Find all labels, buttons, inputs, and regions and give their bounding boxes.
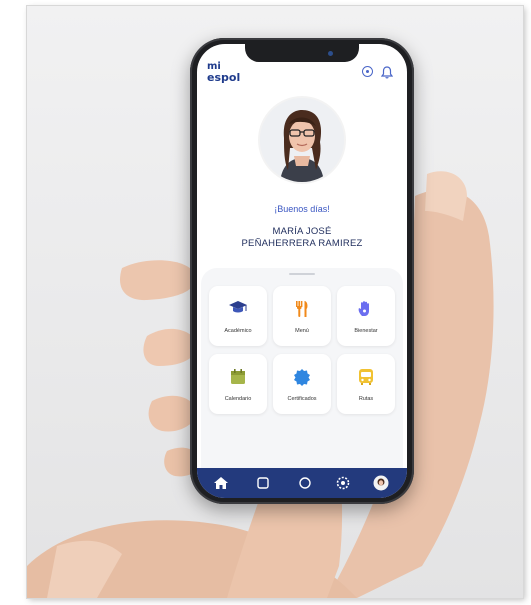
tile-label: Menú [295,328,309,334]
greeting-text: ¡Buenos días! [274,204,330,214]
bell-icon[interactable] [381,66,393,79]
nav-icon-2[interactable] [255,475,271,491]
tile-label: Rutas [358,396,374,402]
menu-sheet: Académico Menú Bienestar Calendario Cert… [201,268,403,468]
hand-icon [358,301,369,316]
tile-rutas[interactable]: Rutas [337,354,395,414]
tile-label: Calendario [224,396,252,402]
settings-icon[interactable] [362,66,373,77]
tile-academico[interactable]: Académico [209,286,267,346]
bottom-nav-bar [197,468,407,498]
user-name-line2: PEÑAHERRERA RAMIREZ [241,238,363,249]
user-name: MARÍA JOSÉ PEÑAHERRERA RAMIREZ [197,226,407,250]
logo-line2: espol [207,71,241,84]
tile-menu[interactable]: Menú [273,286,331,346]
tile-certificados[interactable]: Certificados [273,354,331,414]
phone-screen: mi espol ¡Buenos días! MARÍA JOSÉ PEÑAHE… [197,44,407,498]
profile-photo [260,98,344,182]
app-logo[interactable]: mi espol [207,62,247,86]
utensils-icon [296,301,308,317]
profile-avatar[interactable] [260,98,344,182]
nav-icon-3[interactable] [297,475,313,491]
sheet-drag-handle[interactable] [289,273,315,275]
tile-bienestar[interactable]: Bienestar [337,286,395,346]
phone-notch [245,44,359,62]
header-icons [362,66,393,79]
tile-label: Académico [224,328,252,334]
user-name-line1: MARÍA JOSÉ [272,226,332,237]
tile-calendario[interactable]: Calendario [209,354,267,414]
front-camera [328,51,333,56]
bus-icon [359,369,373,385]
calendar-icon [231,369,245,384]
profile-avatar-icon[interactable] [373,475,389,491]
badge-icon [294,369,310,386]
tile-label: Bienestar [354,328,378,334]
graduation-cap-icon [229,301,247,313]
settings-icon[interactable] [335,475,351,491]
tile-label: Certificados [287,396,317,402]
home-icon[interactable] [213,475,229,491]
